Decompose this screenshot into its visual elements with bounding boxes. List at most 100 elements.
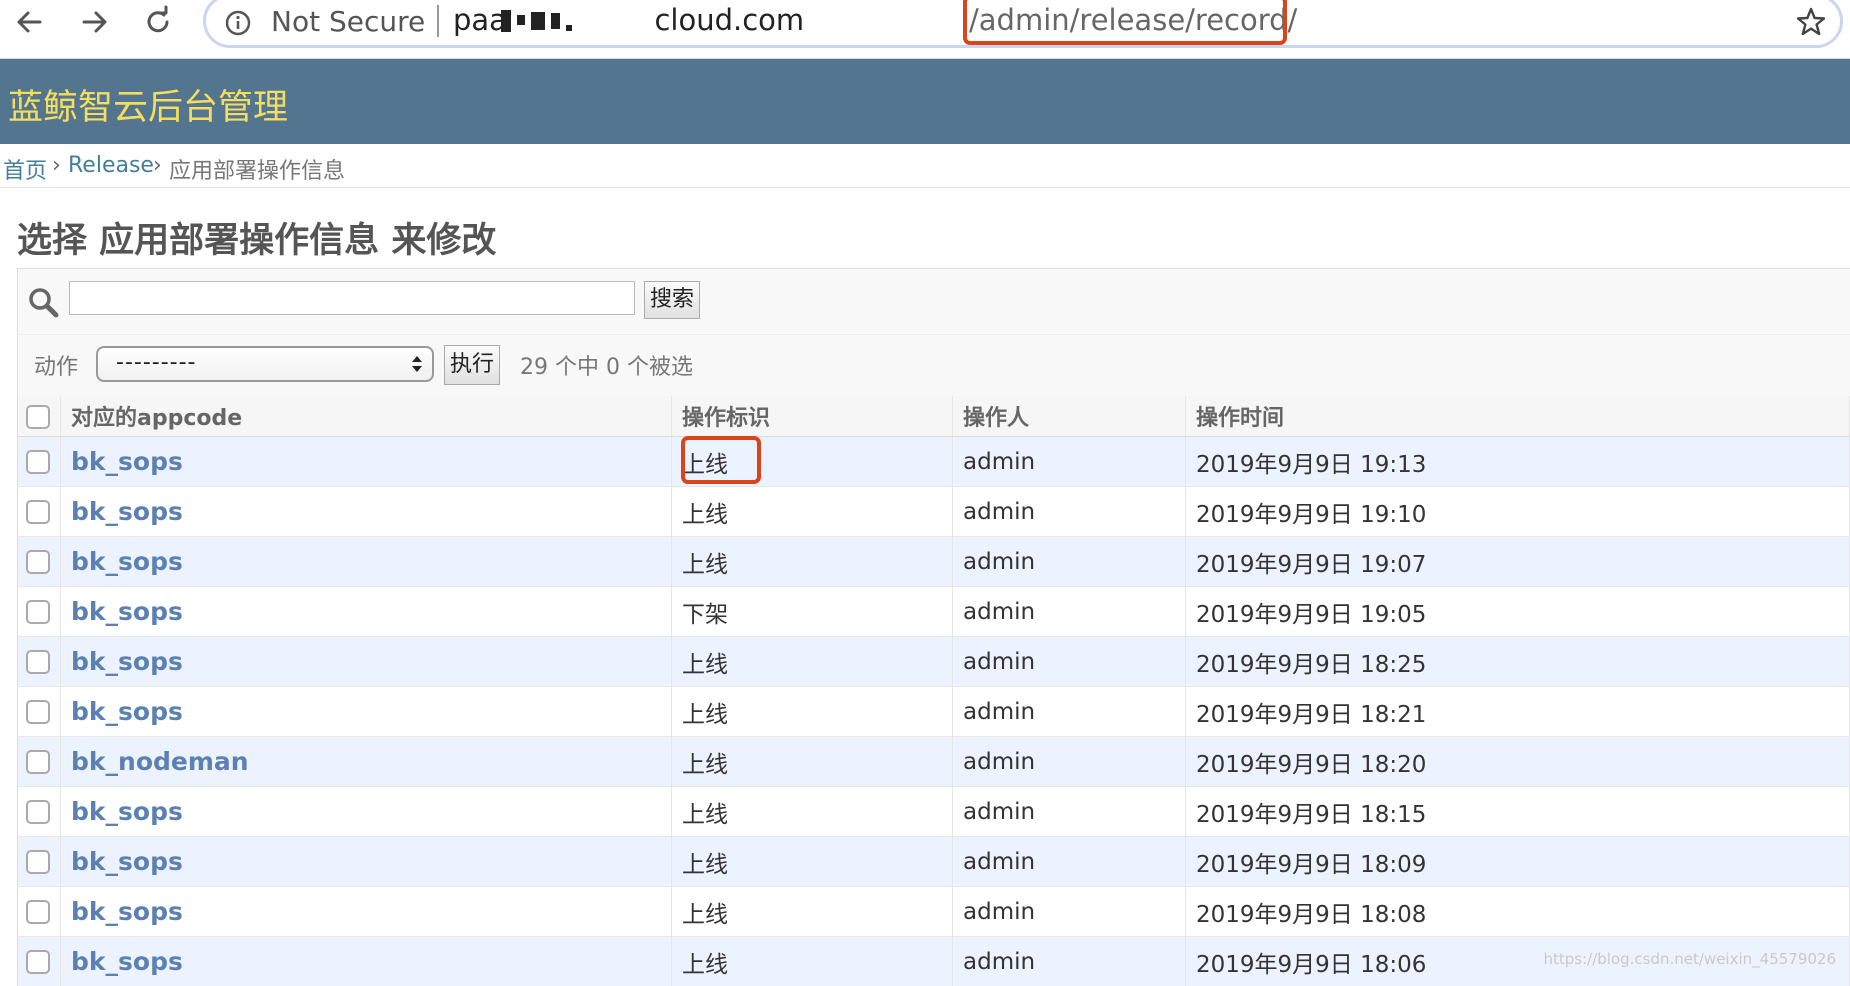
row-checkbox[interactable] (26, 450, 50, 474)
appcode-link[interactable]: bk_sops (71, 797, 183, 826)
security-label: Not Secure (271, 5, 425, 38)
time-cell: 2019年9月9日 19:05 (1186, 587, 1850, 637)
table-row: bk_sops 上线 admin 2019年9月9日 18:09 (18, 837, 1850, 887)
appcode-link[interactable]: bk_sops (71, 697, 183, 726)
breadcrumb: 首页 › Release › 应用部署操作信息 (0, 144, 1850, 188)
appcode-link[interactable]: bk_sops (71, 947, 183, 976)
breadcrumb-home-link[interactable]: 首页 (3, 153, 47, 185)
user-cell: admin (953, 737, 1186, 787)
search-icon (26, 285, 60, 319)
time-cell: 2019年9月9日 18:21 (1186, 687, 1850, 737)
row-checkbox[interactable] (26, 950, 50, 974)
select-all-checkbox[interactable] (26, 405, 50, 429)
redacted-host (501, 7, 578, 35)
flag-cell: 上线 (672, 937, 953, 986)
bookmark-star-icon[interactable] (1794, 5, 1828, 39)
row-checkbox[interactable] (26, 850, 50, 874)
table-row: bk_nodeman 上线 admin 2019年9月9日 18:20 (18, 737, 1850, 787)
table-row: bk_sops 上线 admin 2019年9月9日 18:08 (18, 887, 1850, 937)
flag-cell: 上线 (672, 487, 953, 537)
appcode-link[interactable]: bk_sops (71, 447, 183, 476)
table-row: bk_sops 上线 admin 2019年9月9日 18:25 (18, 637, 1850, 687)
reload-icon (138, 2, 178, 42)
run-action-button[interactable]: 执行 (444, 345, 500, 385)
breadcrumb-separator: › (52, 153, 61, 178)
user-cell: admin (953, 937, 1186, 986)
table-row: bk_sops 上线 admin 2019年9月9日 18:15 (18, 787, 1850, 837)
select-arrows-icon (410, 352, 424, 376)
back-button[interactable] (10, 2, 50, 42)
site-title[interactable]: 蓝鲸智云后台管理 (8, 79, 288, 130)
actions-bar: 动作 --------- 执行 29 个中 0 个被选 (17, 334, 1850, 398)
arrow-left-icon (10, 2, 50, 42)
appcode-link[interactable]: bk_sops (71, 547, 183, 576)
flag-cell: 上线 (672, 837, 953, 887)
flag-highlight-box (681, 436, 761, 484)
row-checkbox[interactable] (26, 650, 50, 674)
search-toolbar: 搜索 (17, 268, 1850, 335)
column-header-time[interactable]: 操作时间 (1186, 396, 1850, 437)
user-cell: admin (953, 787, 1186, 837)
watermark: https://blog.csdn.net/weixin_45579026 (1543, 950, 1836, 968)
flag-cell: 上线 (672, 787, 953, 837)
user-cell: admin (953, 537, 1186, 587)
row-checkbox[interactable] (26, 700, 50, 724)
select-all-cell (18, 396, 61, 437)
breadcrumb-separator: › (153, 153, 162, 178)
appcode-link[interactable]: bk_nodeman (71, 747, 249, 776)
browser-toolbar: Not Secure paa cloud.com /admin/release/… (0, 0, 1850, 59)
user-cell: admin (953, 837, 1186, 887)
action-label: 动作 (34, 349, 78, 381)
arrow-right-icon (74, 2, 114, 42)
action-select[interactable]: --------- (96, 346, 434, 382)
table-row: bk_sops 上线 admin 2019年9月9日 18:21 (18, 687, 1850, 737)
row-checkbox[interactable] (26, 500, 50, 524)
user-cell: admin (953, 887, 1186, 937)
time-cell: 2019年9月9日 19:10 (1186, 487, 1850, 537)
page-title: 选择 应用部署操作信息 来修改 (17, 212, 496, 263)
reload-button[interactable] (138, 2, 178, 42)
column-header-flag[interactable]: 操作标识 (672, 396, 953, 437)
results-table: 对应的appcode 操作标识 操作人 操作时间 bk_sops 上线 admi… (17, 396, 1850, 986)
user-cell: admin (953, 587, 1186, 637)
row-checkbox[interactable] (26, 550, 50, 574)
row-checkbox[interactable] (26, 750, 50, 774)
appcode-link[interactable]: bk_sops (71, 847, 183, 876)
appcode-link[interactable]: bk_sops (71, 597, 183, 626)
row-checkbox[interactable] (26, 800, 50, 824)
time-cell: 2019年9月9日 19:07 (1186, 537, 1850, 587)
search-button[interactable]: 搜索 (644, 281, 700, 319)
url-separator (437, 5, 439, 37)
column-header-user[interactable]: 操作人 (953, 396, 1186, 437)
site-header: 蓝鲸智云后台管理 (0, 59, 1850, 144)
user-cell: admin (953, 637, 1186, 687)
selection-counter: 29 个中 0 个被选 (520, 349, 693, 381)
table-row: bk_sops 上线 admin 2019年9月9日 19:07 (18, 537, 1850, 587)
action-select-value: --------- (116, 350, 196, 375)
flag-cell: 上线 (672, 537, 953, 587)
flag-cell: 上线 (672, 887, 953, 937)
time-cell: 2019年9月9日 18:09 (1186, 837, 1850, 887)
time-cell: 2019年9月9日 19:13 (1186, 437, 1850, 487)
row-checkbox[interactable] (26, 600, 50, 624)
appcode-link[interactable]: bk_sops (71, 647, 183, 676)
table-row: bk_sops 上线 admin 2019年9月9日 19:10 (18, 487, 1850, 537)
table-row: bk_sops 上线 admin 2019年9月9日 19:13 (18, 437, 1850, 487)
url-highlight-box (963, 0, 1287, 45)
breadcrumb-section-link[interactable]: Release (68, 153, 154, 178)
time-cell: 2019年9月9日 18:15 (1186, 787, 1850, 837)
search-input[interactable] (69, 281, 635, 315)
breadcrumb-current: 应用部署操作信息 (169, 153, 345, 185)
appcode-link[interactable]: bk_sops (71, 497, 183, 526)
row-checkbox[interactable] (26, 900, 50, 924)
flag-cell: 上线 (672, 687, 953, 737)
forward-button[interactable] (74, 2, 114, 42)
flag-cell: 上线 (672, 637, 953, 687)
info-icon[interactable] (224, 9, 252, 37)
column-header-appcode[interactable]: 对应的appcode (61, 396, 672, 437)
time-cell: 2019年9月9日 18:08 (1186, 887, 1850, 937)
address-bar[interactable]: Not Secure paa cloud.com /admin/release/… (203, 0, 1843, 48)
appcode-link[interactable]: bk_sops (71, 897, 183, 926)
time-cell: 2019年9月9日 18:25 (1186, 637, 1850, 687)
user-cell: admin (953, 487, 1186, 537)
